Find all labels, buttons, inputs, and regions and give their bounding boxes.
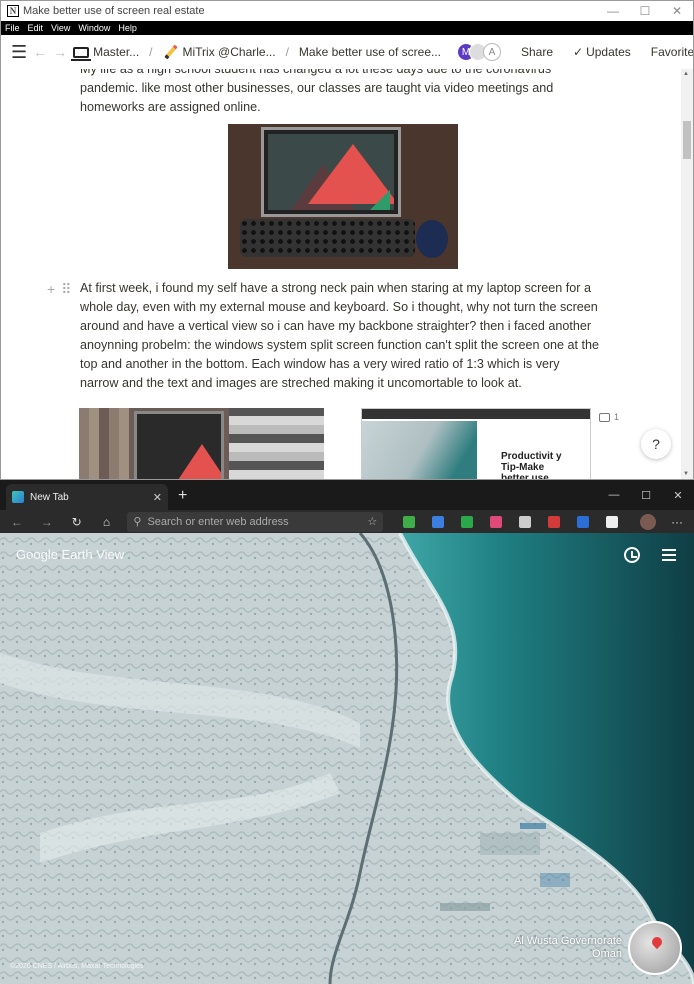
window-title: Make better use of screen real estate xyxy=(23,5,205,17)
pencil-icon xyxy=(163,44,179,60)
scroll-up-icon[interactable]: ▲ xyxy=(683,71,689,77)
new-tab-favicon-icon xyxy=(12,491,24,503)
block-handle[interactable]: + ⠿ xyxy=(47,281,71,298)
breadcrumb-label: Master... xyxy=(93,45,140,59)
forward-icon[interactable]: → xyxy=(38,515,56,529)
comment-indicator[interactable]: 1 xyxy=(599,412,619,422)
extension-icon[interactable] xyxy=(519,515,532,528)
extension-icon[interactable] xyxy=(403,515,416,528)
extensions-bar xyxy=(403,515,619,528)
extension-icon[interactable] xyxy=(606,515,619,528)
tablet-shape xyxy=(261,127,401,217)
menu-bar: File Edit View Window Help xyxy=(1,21,693,35)
notion-topbar: ☰ ← → Master... / MiTrix @Charle... / Ma… xyxy=(1,35,693,69)
satellite-terrain xyxy=(0,533,694,984)
location-caption: Al Wusta Governorate Oman xyxy=(514,935,622,961)
earth-view-image: Google Earth View Al Wusta Governorate O… xyxy=(0,533,694,984)
navigation-bar: ← → ↻ ⌂ ⚲ ☆ ··· xyxy=(0,510,694,533)
breadcrumb-item-mitrix[interactable]: MiTrix @Charle... xyxy=(163,44,276,60)
scrollbar-thumb[interactable] xyxy=(683,121,691,159)
favorite-star-icon[interactable]: ☆ xyxy=(367,515,377,528)
extension-icon[interactable] xyxy=(490,515,503,528)
close-icon[interactable]: ✕ xyxy=(661,1,693,21)
minimize-icon[interactable]: — xyxy=(598,489,630,501)
breadcrumb-separator: / xyxy=(149,45,153,59)
image-tablet-keyboard[interactable] xyxy=(228,124,458,269)
refresh-icon[interactable]: ↻ xyxy=(68,515,86,529)
breadcrumb-separator: / xyxy=(285,45,289,59)
location-country: Oman xyxy=(592,948,622,960)
history-icon[interactable] xyxy=(624,547,640,563)
profile-avatar[interactable] xyxy=(640,513,657,530)
extension-icon[interactable] xyxy=(577,515,590,528)
add-block-icon[interactable]: + xyxy=(47,281,55,298)
maximize-icon[interactable]: ☐ xyxy=(630,489,662,502)
location-region: Al Wusta Governorate xyxy=(513,935,622,947)
page-content: My life as a high school student has cha… xyxy=(1,69,681,479)
comment-icon xyxy=(599,412,610,422)
vertical-scrollbar[interactable]: ▲ ▼ xyxy=(681,69,693,479)
menu-view[interactable]: View xyxy=(51,23,70,33)
breadcrumb-item-current-page[interactable]: Make better use of scree... xyxy=(299,45,441,59)
keyboard-shape xyxy=(240,219,415,257)
earth-view-logo[interactable]: Google Earth View xyxy=(16,547,124,562)
breadcrumb-label: Make better use of scree... xyxy=(298,45,441,59)
extension-icon[interactable] xyxy=(548,515,561,528)
image-credit: ©2020 CNES / Airbus, Maxar Technologies xyxy=(10,963,144,970)
home-icon[interactable]: ⌂ xyxy=(98,515,116,529)
tab-strip: New Tab ✕ + — ☐ ✕ xyxy=(0,480,694,510)
share-button[interactable]: Share xyxy=(521,45,553,59)
favorite-button[interactable]: Favorite xyxy=(651,45,693,59)
updates-button[interactable]: ✓ Updates xyxy=(573,45,631,59)
paragraph-block[interactable]: At first week, i found my self have a st… xyxy=(80,279,600,393)
notion-window: N Make better use of screen real estate … xyxy=(0,0,694,480)
new-tab-button[interactable]: + xyxy=(178,487,187,505)
forward-arrow-icon[interactable]: → xyxy=(53,44,67,60)
avatar[interactable]: A xyxy=(483,43,501,61)
search-icon: ⚲ xyxy=(133,516,142,528)
close-icon[interactable]: ✕ xyxy=(662,489,694,502)
sidebar-toggle-icon[interactable]: ☰ xyxy=(11,42,27,63)
extension-icon[interactable] xyxy=(432,515,445,528)
settings-more-button[interactable]: ··· xyxy=(668,515,686,529)
edge-window: New Tab ✕ + — ☐ ✕ ← → ↻ ⌂ ⚲ ☆ ··· xyxy=(0,480,694,984)
mouse-shape xyxy=(416,220,448,258)
tab-new-tab[interactable]: New Tab ✕ xyxy=(6,484,168,510)
globe-map-icon[interactable] xyxy=(628,921,682,975)
checkmark-icon: ✓ xyxy=(573,45,584,59)
back-arrow-icon[interactable]: ← xyxy=(33,44,47,60)
address-input[interactable] xyxy=(147,515,362,528)
close-tab-icon[interactable]: ✕ xyxy=(153,491,162,504)
notion-app-icon: N xyxy=(7,5,19,17)
scroll-down-icon[interactable]: ▼ xyxy=(683,471,689,477)
address-bar[interactable]: ⚲ ☆ xyxy=(127,511,384,532)
extension-icon[interactable] xyxy=(461,515,474,528)
updates-label: Updates xyxy=(586,45,631,59)
tab-label: New Tab xyxy=(30,491,69,503)
notion-titlebar: N Make better use of screen real estate … xyxy=(1,1,693,21)
menu-help[interactable]: Help xyxy=(118,23,137,33)
menu-window[interactable]: Window xyxy=(78,23,110,33)
breadcrumb-label: MiTrix @Charle... xyxy=(182,45,276,59)
menu-file[interactable]: File xyxy=(5,23,20,33)
paragraph-block[interactable]: My life as a high school student has cha… xyxy=(80,69,600,117)
breadcrumb-item-master[interactable]: Master... xyxy=(71,45,140,61)
help-button[interactable]: ? xyxy=(641,429,671,459)
image-blurred-desk[interactable] xyxy=(79,408,324,479)
minimize-icon[interactable]: — xyxy=(597,1,629,21)
collaborator-avatars[interactable]: M A xyxy=(457,43,501,61)
drag-handle-icon[interactable]: ⠿ xyxy=(61,281,71,298)
location-pin-icon xyxy=(649,934,665,950)
back-icon[interactable]: ← xyxy=(8,515,26,529)
comment-count: 1 xyxy=(614,412,620,422)
menu-icon[interactable] xyxy=(662,549,676,561)
menu-edit[interactable]: Edit xyxy=(28,23,44,33)
maximize-icon[interactable]: ☐ xyxy=(629,1,661,21)
embedded-screenshot-heading: Productivit y Tip-Make better use xyxy=(501,451,562,479)
laptop-icon xyxy=(71,46,92,61)
